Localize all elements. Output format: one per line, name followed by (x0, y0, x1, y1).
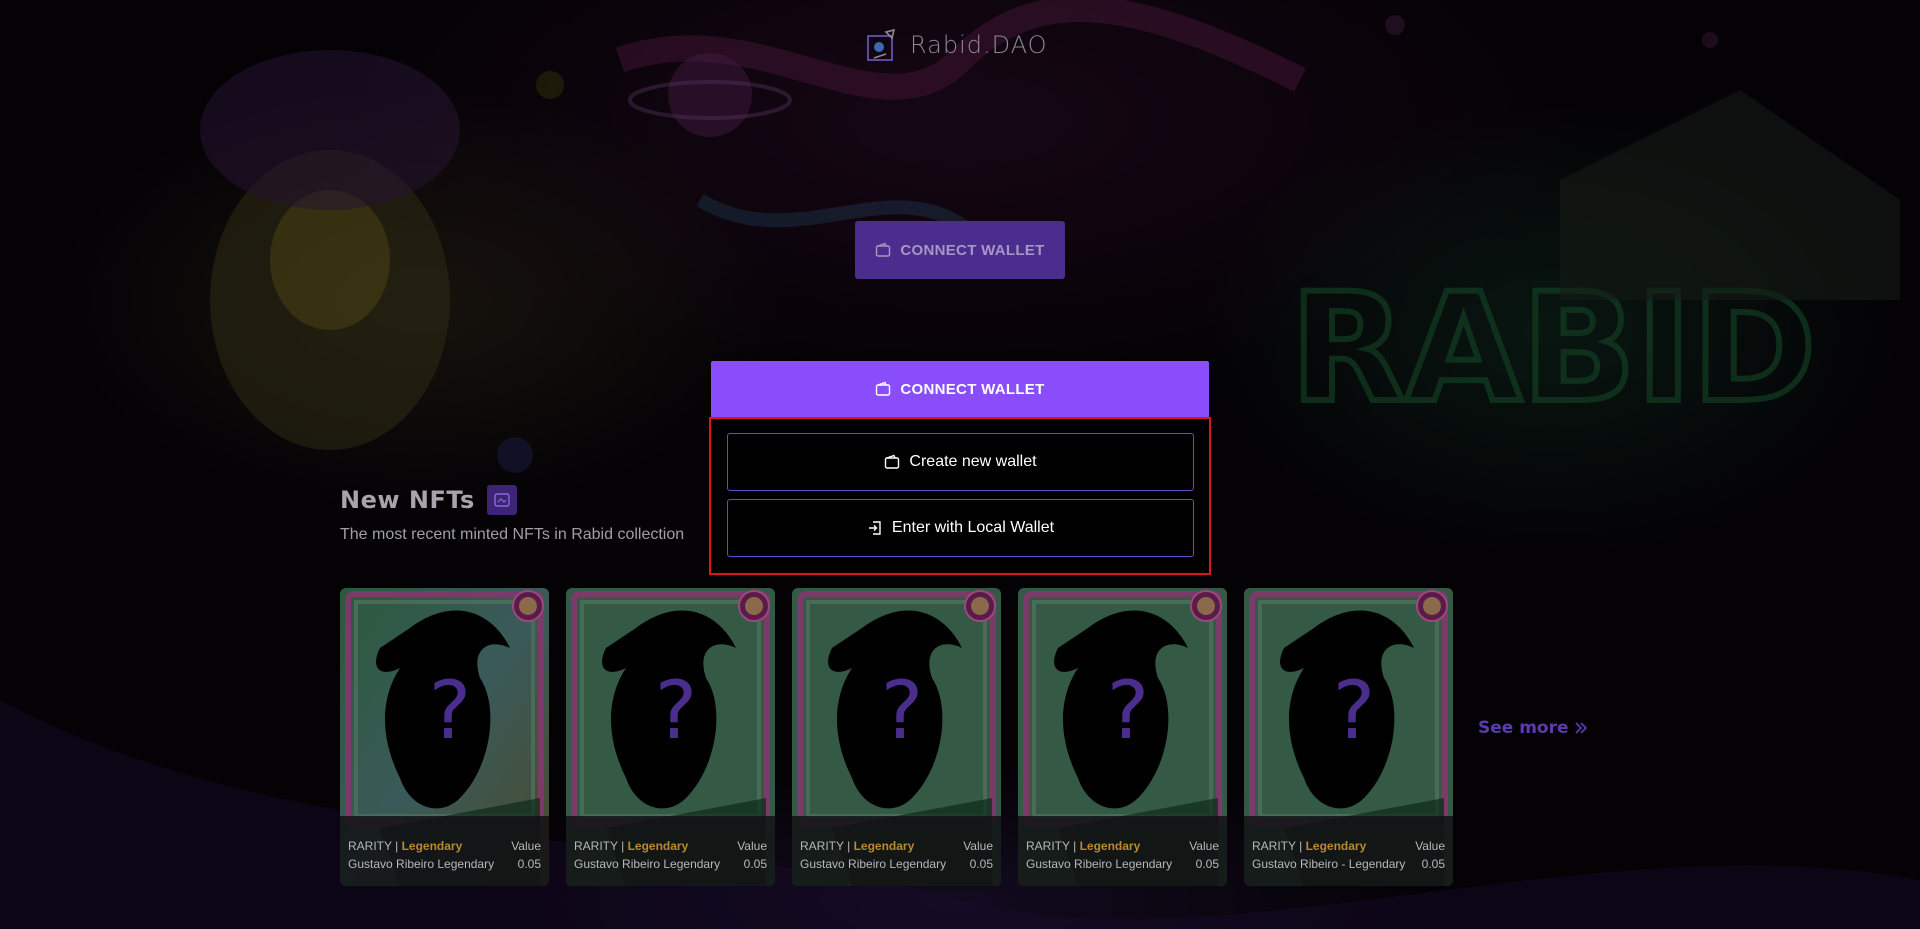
rarity-label: RARITY | (574, 839, 625, 853)
rarity-value: Legendary (627, 839, 689, 853)
wallet-options-dropdown: Create new wallet Enter with Local Walle… (709, 417, 1211, 575)
nft-card[interactable]: ? RARITY | Legendary Value Gustavo Ribei… (340, 588, 549, 886)
nft-badge-icon (486, 485, 517, 515)
value-label: Value (1415, 839, 1445, 853)
svg-text:?: ? (655, 664, 697, 757)
header-connect-wallet-button[interactable]: CONNECT WALLET (855, 221, 1065, 279)
nft-value: 0.05 (1421, 857, 1445, 871)
nft-card[interactable]: ? RARITY | Legendary Value Gustavo Ribei… (1018, 588, 1227, 886)
rarity-value: Legendary (1305, 839, 1367, 853)
rarity-value: Legendary (853, 839, 915, 853)
rarity-value: Legendary (1079, 839, 1141, 853)
section-title: New NFTs (340, 486, 475, 514)
value-label: Value (511, 839, 541, 853)
see-more-label: See more (1478, 718, 1569, 738)
enter-local-wallet-button[interactable]: Enter with Local Wallet (727, 499, 1194, 557)
value-label: Value (963, 839, 993, 853)
brand-logo[interactable]: Rabid.DAO (866, 28, 1048, 62)
svg-text:?: ? (429, 664, 471, 757)
rabid-logo-icon (867, 28, 896, 61)
value-label: Value (1189, 839, 1219, 853)
nft-name: Gustavo Ribeiro Legendary (800, 857, 947, 871)
nft-card-info: RARITY | Legendary Value Gustavo Ribeiro… (792, 816, 1001, 886)
connect-wallet-label: CONNECT WALLET (900, 380, 1045, 398)
nft-card-info: RARITY | Legendary Value Gustavo Ribeiro… (566, 816, 775, 886)
rarity-label: RARITY | (1252, 839, 1303, 853)
nft-name: Gustavo Ribeiro Legendary (574, 857, 721, 871)
nft-name: Gustavo Ribeiro Legendary (1026, 857, 1173, 871)
nft-name: Gustavo Ribeiro - Legendary (1252, 857, 1406, 871)
value-label: Value (737, 839, 767, 853)
nft-card[interactable]: ? RARITY | Legendary Value Gustavo Ribei… (1244, 588, 1453, 886)
nft-value: 0.05 (1195, 857, 1219, 871)
wallet-icon (876, 242, 891, 257)
nft-card-info: RARITY | Legendary Value Gustavo Ribeiro… (340, 816, 549, 886)
wallet-icon (885, 454, 900, 469)
nft-card[interactable]: ? RARITY | Legendary Value Gustavo Ribei… (566, 588, 775, 886)
see-more-link[interactable]: See more (1478, 718, 1587, 738)
connect-wallet-button[interactable]: CONNECT WALLET (711, 361, 1209, 417)
create-new-wallet-label: Create new wallet (909, 453, 1037, 470)
header-connect-wallet-label: CONNECT WALLET (900, 241, 1045, 259)
nft-name: Gustavo Ribeiro Legendary (348, 857, 495, 871)
nft-value: 0.05 (969, 857, 993, 871)
svg-text:?: ? (881, 664, 923, 757)
rarity-value: Legendary (401, 839, 463, 853)
svg-text:?: ? (1107, 664, 1149, 757)
section-subtitle: The most recent minted NFTs in Rabid col… (340, 526, 685, 543)
rarity-label: RARITY | (800, 839, 851, 853)
double-chevron-right-icon (1574, 722, 1587, 734)
nft-value: 0.05 (743, 857, 767, 871)
brand-name: Rabid.DAO (910, 31, 1048, 59)
nft-value: 0.05 (517, 857, 541, 871)
wallet-icon (876, 381, 891, 396)
rarity-label: RARITY | (1026, 839, 1077, 853)
nft-card-info: RARITY | Legendary Value Gustavo Ribeiro… (1244, 816, 1453, 886)
nft-card-info: RARITY | Legendary Value Gustavo Ribeiro… (1018, 816, 1227, 886)
login-icon (868, 521, 881, 535)
rarity-label: RARITY | (348, 839, 399, 853)
enter-local-wallet-label: Enter with Local Wallet (891, 519, 1055, 536)
svg-text:?: ? (1333, 664, 1375, 757)
section-header: New NFTs (340, 485, 517, 515)
create-new-wallet-button[interactable]: Create new wallet (727, 433, 1194, 491)
wallet-menu: CONNECT WALLET Create new wallet Enter w… (709, 361, 1211, 575)
nft-card[interactable]: ? RARITY | Legendary Value Gustavo Ribei… (792, 588, 1001, 886)
nft-card-list: ? RARITY | Legendary Value Gustavo Ribei… (340, 588, 1453, 886)
